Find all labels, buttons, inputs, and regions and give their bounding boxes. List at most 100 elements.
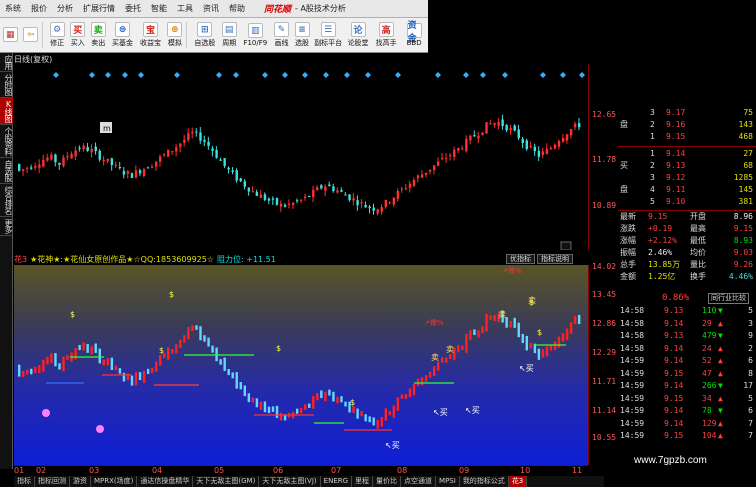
menu-item-tools[interactable]: 工具 <box>172 0 198 18</box>
left-tab[interactable]: 分时图 <box>0 72 13 98</box>
left-tab[interactable]: K线图 <box>0 98 13 125</box>
menu-item-news[interactable]: 资讯 <box>198 0 224 18</box>
menu-item-smart[interactable]: 智能 <box>146 0 172 18</box>
left-tab[interactable]: 综合排名 <box>0 184 13 217</box>
toolbar-button-sell[interactable]: 卖卖出 <box>88 18 109 52</box>
toolbar-button-expert[interactable]: 高找高手 <box>372 18 400 52</box>
indicator-bar <box>521 333 524 343</box>
left-tab[interactable]: 应用 <box>0 53 13 72</box>
tick-list[interactable]: 14:58 9.13 110 ▼ 5 14:58 9.14 29 ▲ 3 14:58 9.13 479 ▼… <box>618 305 756 445</box>
left-tab[interactable]: 自选股 <box>0 158 13 184</box>
toolbar-button-bbd[interactable]: 资金 BBD <box>400 18 428 52</box>
candle-body <box>275 197 279 205</box>
order-volume: 145 <box>738 185 753 194</box>
bottom-tab[interactable]: 指标回测 <box>35 476 70 487</box>
toolbar-button-stock-picker[interactable]: ≡ 选股 <box>292 18 313 52</box>
toolbar-button-f10[interactable]: ▥ F10/F9 <box>239 18 271 52</box>
indicator-bar <box>167 347 170 360</box>
candle-body <box>78 147 81 149</box>
order-book-row: 盘 2 9.16 143 <box>618 120 756 130</box>
optimize-indicator-button[interactable]: 优指标 <box>506 254 535 264</box>
bottom-tab[interactable]: 天下无敌主图(GM) <box>193 476 260 487</box>
bottom-tab[interactable]: 天下无敌主图(VJ) <box>259 476 321 487</box>
menu-bar: 系统 报价 分析 扩展行情 委托 智能 工具 资讯 帮助 同花顺 - A股技术分… <box>0 0 428 18</box>
bottom-tab[interactable]: 点空通道 <box>401 476 437 487</box>
indicator-bar <box>477 330 480 338</box>
stat-value: 1.25亿 <box>648 272 676 281</box>
bottom-tab[interactable]: MPRX(场度) <box>91 476 138 487</box>
quote-stat-row: 振幅 2.46% 均价 9.03 <box>618 248 756 258</box>
price-chart[interactable]: m <box>14 64 588 250</box>
indicator-bar <box>441 357 444 363</box>
candle-body <box>477 135 480 139</box>
menu-item-extended[interactable]: 扩展行情 <box>78 0 120 18</box>
toolbar: ▦ ⇦ ⚙ 修正买买入卖卖出 ⊜ 买基金宝收益宝 ⊕ 模拟 ⊞ 自选股 ▤ 周期 ▥ F10/F9 ✎ 画线 ≡… <box>0 18 428 53</box>
candle-body <box>191 131 194 134</box>
candle-body <box>308 196 311 198</box>
bottom-tab[interactable]: 量价比 <box>373 476 402 487</box>
industry-compare-button[interactable]: 同行业比较 <box>708 293 749 304</box>
candle-body <box>199 132 202 141</box>
toolbar-button-forum[interactable]: 论论股堂 <box>344 18 372 52</box>
candle-body <box>569 129 573 136</box>
signal-diamond-icon <box>540 72 546 78</box>
candle-body <box>267 198 271 201</box>
candle-body <box>187 133 190 140</box>
indicator-bar <box>146 368 150 374</box>
bottom-tab[interactable]: 里程 <box>352 476 374 487</box>
indicator-bar <box>138 372 142 381</box>
tick-count: 17 <box>743 381 753 390</box>
indicator-bar <box>267 406 271 414</box>
menu-item-quote[interactable]: 报价 <box>26 0 52 18</box>
bottom-tab[interactable]: 指标 <box>14 476 35 487</box>
bottom-tab[interactable]: 我的指标公式 <box>460 476 509 487</box>
toolbar-button-label: 修正 <box>50 39 65 47</box>
toolbar-button-watchlist[interactable]: ⊞ 自选股 <box>191 18 219 52</box>
toolbar-button-platform[interactable]: ☰ 副标平台 <box>312 18 344 52</box>
tick-price: 9.15 <box>664 431 684 440</box>
toolbar-button-period[interactable]: ▤ 周期 <box>219 18 240 52</box>
toolbar-button-treasure[interactable]: 宝收益宝 <box>137 18 165 52</box>
order-volume: 68 <box>743 161 753 170</box>
up-arrow-icon: ▲ <box>718 431 723 440</box>
order-book-row: 5 9.10 381 <box>618 197 756 207</box>
tick-row: 14:58 9.14 24 ▲ 2 <box>618 343 756 355</box>
bottom-tab[interactable]: ENERG <box>321 476 353 487</box>
menu-item-help[interactable]: 帮助 <box>224 0 250 18</box>
indicator-bar <box>86 344 89 353</box>
indicator-bar <box>549 344 553 351</box>
menu-item-system[interactable]: 系统 <box>0 0 26 18</box>
indicator-bar <box>392 405 396 418</box>
date-tick: 02 <box>36 466 47 475</box>
left-tab[interactable]: 更多 <box>0 217 13 236</box>
expert-icon: 高 <box>378 22 394 37</box>
candle-body <box>565 134 569 141</box>
bottom-tab[interactable]: 通达信操盘精华 <box>137 476 194 487</box>
indicator-chart[interactable]: $$$ $$$$卖卖卖卖↖买↖买 ↖买↖买↗撑%↗撑% <box>14 265 588 465</box>
toolbar-button-simulate[interactable]: ⊕ 模拟 <box>165 18 186 52</box>
stat-value: +2.12% <box>648 236 677 245</box>
menu-item-analysis[interactable]: 分析 <box>52 0 78 18</box>
toolbar-button-back-arrow[interactable]: ⇦ <box>21 18 42 52</box>
tick-count: 7 <box>748 418 753 428</box>
toolbar-button-gear[interactable]: ⚙ 修正 <box>47 18 68 52</box>
indicator-help-button[interactable]: 指标说明 <box>537 254 573 264</box>
tick-volume: 110 <box>702 306 717 315</box>
tick-volume: 34 <box>702 393 712 403</box>
indicator-bar <box>372 417 375 426</box>
toolbar-button-buy[interactable]: 买买入 <box>67 18 88 52</box>
indicator-bar <box>461 345 464 350</box>
left-tab[interactable]: 个股资料 <box>0 125 13 158</box>
toolbar-button-fund[interactable]: ⊜ 买基金 <box>109 18 137 52</box>
bottom-tab[interactable]: MPSI <box>436 476 460 487</box>
bottom-tab[interactable]: 花3 <box>508 476 528 487</box>
bottom-tab[interactable]: 游资 <box>70 476 91 487</box>
indicator-bar <box>191 325 194 332</box>
indicator-bar <box>473 329 476 336</box>
menu-item-order[interactable]: 委托 <box>120 0 146 18</box>
indicator-bar <box>340 396 343 403</box>
toolbar-button-draw-line[interactable]: ✎ 画线 <box>271 18 292 52</box>
toolbar-button-color-grid[interactable]: ▦ <box>0 18 21 52</box>
indicator-bar <box>187 327 190 340</box>
indicator-bar <box>18 364 21 377</box>
